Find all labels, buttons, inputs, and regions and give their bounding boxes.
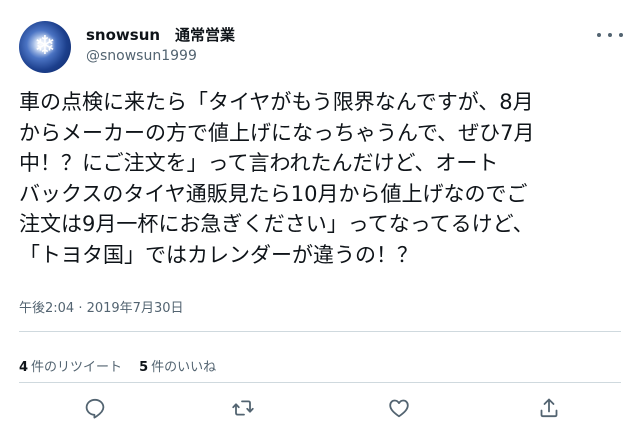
retweet-stat[interactable]: 4 件のリツイート [19, 356, 122, 375]
tweet-line: バックスのタイヤ通販見たら10月から値上げなのでご [19, 181, 528, 206]
action-bar [0, 396, 640, 424]
tweet-line: 中！？にご注文を」って言われたんだけど、オート [19, 151, 499, 175]
more-dot [619, 33, 623, 37]
engagement-stats: 4 件のリツイート 5 件のいいね [19, 356, 216, 375]
retweet-button[interactable] [231, 396, 257, 422]
divider [19, 382, 621, 383]
heart-icon [389, 399, 409, 418]
like-stat[interactable]: 5 件のいいね [139, 356, 216, 375]
retweet-icon [232, 400, 254, 416]
tweet-text: 車の点検に来たら「タイヤがもう限界なんですが、8月 からメーカーの方で値上げにな… [19, 87, 629, 270]
more-dot [597, 33, 601, 37]
tweet-line: 車の点検に来たら「タイヤがもう限界なんですが、8月 [19, 90, 534, 114]
share-button[interactable] [537, 396, 563, 422]
more-dot [608, 33, 612, 37]
more-icon[interactable] [597, 28, 623, 42]
share-icon [540, 398, 558, 418]
like-label: 件のいいね [151, 360, 217, 375]
like-button[interactable] [387, 396, 413, 422]
tweet-line: 「トヨタ国」ではカレンダーが違うの！？ [19, 242, 418, 267]
retweet-count: 4 [19, 360, 29, 375]
like-count: 5 [139, 360, 149, 375]
user-handle[interactable]: @snowsun1999 [86, 48, 197, 64]
reply-button[interactable] [83, 396, 109, 422]
tweet-timestamp[interactable]: 午後2:04 · 2019年7月30日 [19, 297, 184, 316]
retweet-label: 件のリツイート [31, 360, 123, 375]
avatar[interactable]: ❄ [19, 21, 71, 73]
display-name[interactable]: snowsun 通常営業 [86, 24, 235, 45]
snowflake-icon: ❄ [34, 31, 56, 61]
divider [19, 331, 621, 332]
tweet-line: からメーカーの方で値上げになっちゃうんで、ぜひ7月 [19, 120, 535, 145]
tweet-line: 注文は9月一杯にお急ぎください」ってなってるけど、 [19, 212, 534, 236]
reply-icon [85, 398, 105, 419]
